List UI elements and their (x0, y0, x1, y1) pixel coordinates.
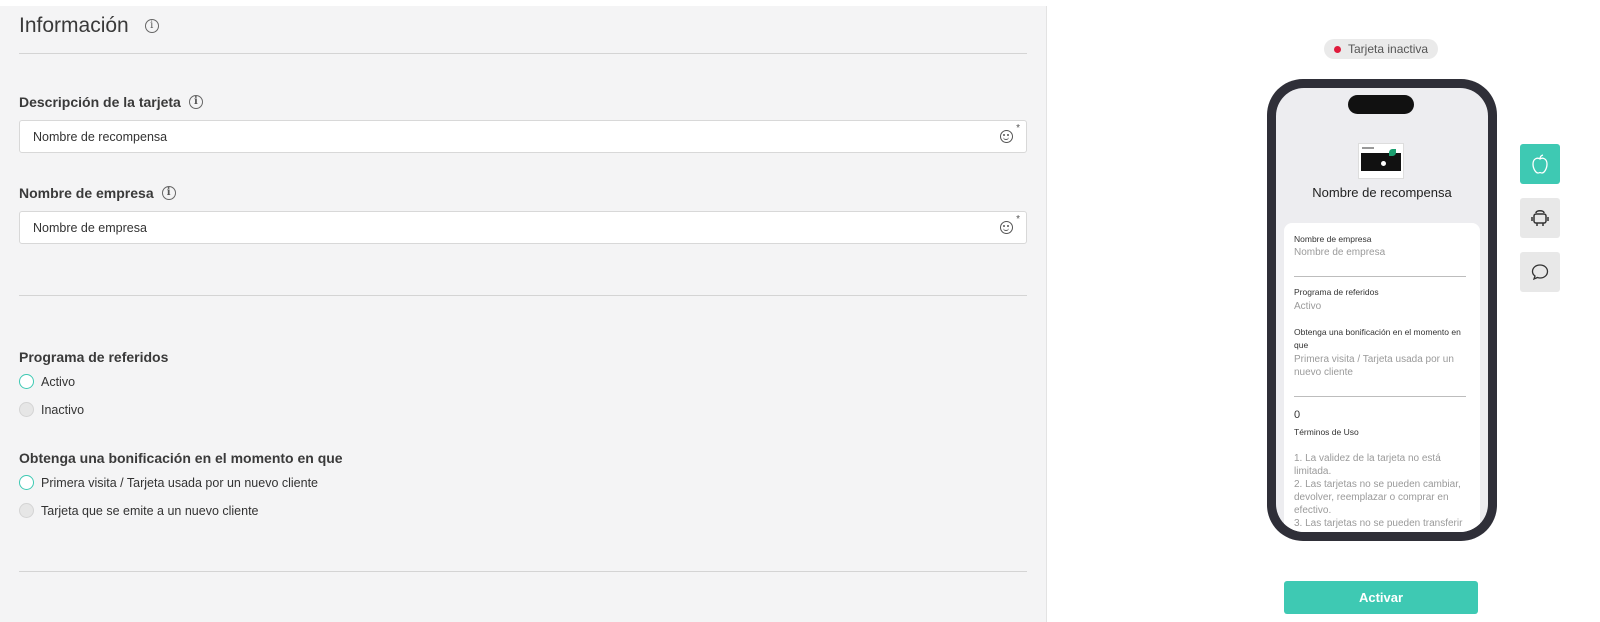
section-title-text: Información (19, 14, 129, 37)
form-panel: Información i Descripción de la tarjeta … (0, 6, 1047, 622)
radio-label: Activo (41, 374, 76, 389)
divider (1294, 276, 1466, 277)
description-field[interactable]: * (19, 120, 1027, 153)
bonus-label: Obtenga una bonificación en el momento e… (1294, 327, 1461, 350)
section-title: Información i (19, 14, 159, 38)
divider (19, 295, 1027, 296)
referral-option-active[interactable]: Activo (19, 374, 75, 389)
required-mark: * (1016, 214, 1020, 225)
phone-screen: Nombre de recompensa Nombre de empresa N… (1276, 88, 1488, 532)
description-label-text: Descripción de la tarjeta (19, 94, 181, 110)
radio-label: Inactivo (41, 402, 85, 417)
divider (19, 571, 1027, 572)
android-icon (1531, 210, 1549, 226)
bonus-option-card-issued[interactable]: Tarjeta que se emite a un nuevo cliente (19, 503, 259, 518)
info-icon[interactable]: i (144, 19, 159, 33)
emoji-icon[interactable] (1000, 221, 1013, 234)
info-icon[interactable]: i (161, 186, 176, 200)
status-badge: Tarjeta inactiva (1324, 39, 1439, 59)
activate-button[interactable]: Activar (1284, 581, 1478, 614)
info-icon[interactable]: i (188, 95, 203, 109)
bonus-group-label: Obtenga una bonificación en el momento e… (19, 450, 343, 466)
radio-label: Primera visita / Tarjeta usada por un nu… (41, 475, 319, 490)
terms-text: 1. La validez de la tarjeta no está limi… (1294, 453, 1463, 529)
company-label: Nombre de empresa (1294, 234, 1372, 244)
radio-unselected-icon[interactable] (19, 402, 34, 417)
divider (1294, 396, 1466, 397)
chat-icon (1531, 264, 1549, 281)
radio-selected-icon[interactable] (19, 374, 34, 389)
description-input[interactable] (20, 121, 960, 152)
referral-group-label: Programa de referidos (19, 349, 169, 365)
status-label: Tarjeta inactiva (1348, 42, 1429, 56)
radio-unselected-icon[interactable] (19, 503, 34, 518)
bonus-value: Primera visita / Tarjeta usada por un nu… (1294, 354, 1454, 378)
platform-chat-button[interactable] (1520, 252, 1560, 292)
referral-label: Programa de referidos (1294, 287, 1379, 297)
bonus-option-first-visit[interactable]: Primera visita / Tarjeta usada por un nu… (19, 475, 318, 490)
platform-apple-button[interactable] (1520, 144, 1560, 184)
card-logo-image (1358, 143, 1404, 179)
company-label: Nombre de empresa i (19, 185, 176, 201)
phone-notch (1348, 95, 1414, 114)
referral-option-inactive[interactable]: Inactivo (19, 402, 84, 417)
required-mark: * (1016, 123, 1020, 134)
status-dot-icon (1334, 45, 1341, 53)
description-label: Descripción de la tarjeta i (19, 94, 203, 110)
count-value: 0 (1294, 409, 1301, 421)
referral-value: Activo (1294, 301, 1322, 312)
radio-label: Tarjeta que se emite a un nuevo cliente (41, 503, 259, 518)
terms-label: Términos de Uso (1294, 427, 1359, 437)
card-details: Nombre de empresa Nombre de empresa Prog… (1284, 223, 1480, 532)
company-label-text: Nombre de empresa (19, 185, 154, 201)
phone-preview: Nombre de recompensa Nombre de empresa N… (1267, 79, 1497, 541)
platform-android-button[interactable] (1520, 198, 1560, 238)
company-field[interactable]: * (19, 211, 1027, 244)
emoji-icon[interactable] (1000, 130, 1013, 143)
divider (19, 53, 1027, 54)
card-title: Nombre de recompensa (1312, 185, 1452, 200)
radio-selected-icon[interactable] (19, 475, 34, 490)
company-value: Nombre de empresa (1294, 247, 1386, 258)
apple-icon (1532, 154, 1548, 174)
company-input[interactable] (20, 212, 960, 243)
